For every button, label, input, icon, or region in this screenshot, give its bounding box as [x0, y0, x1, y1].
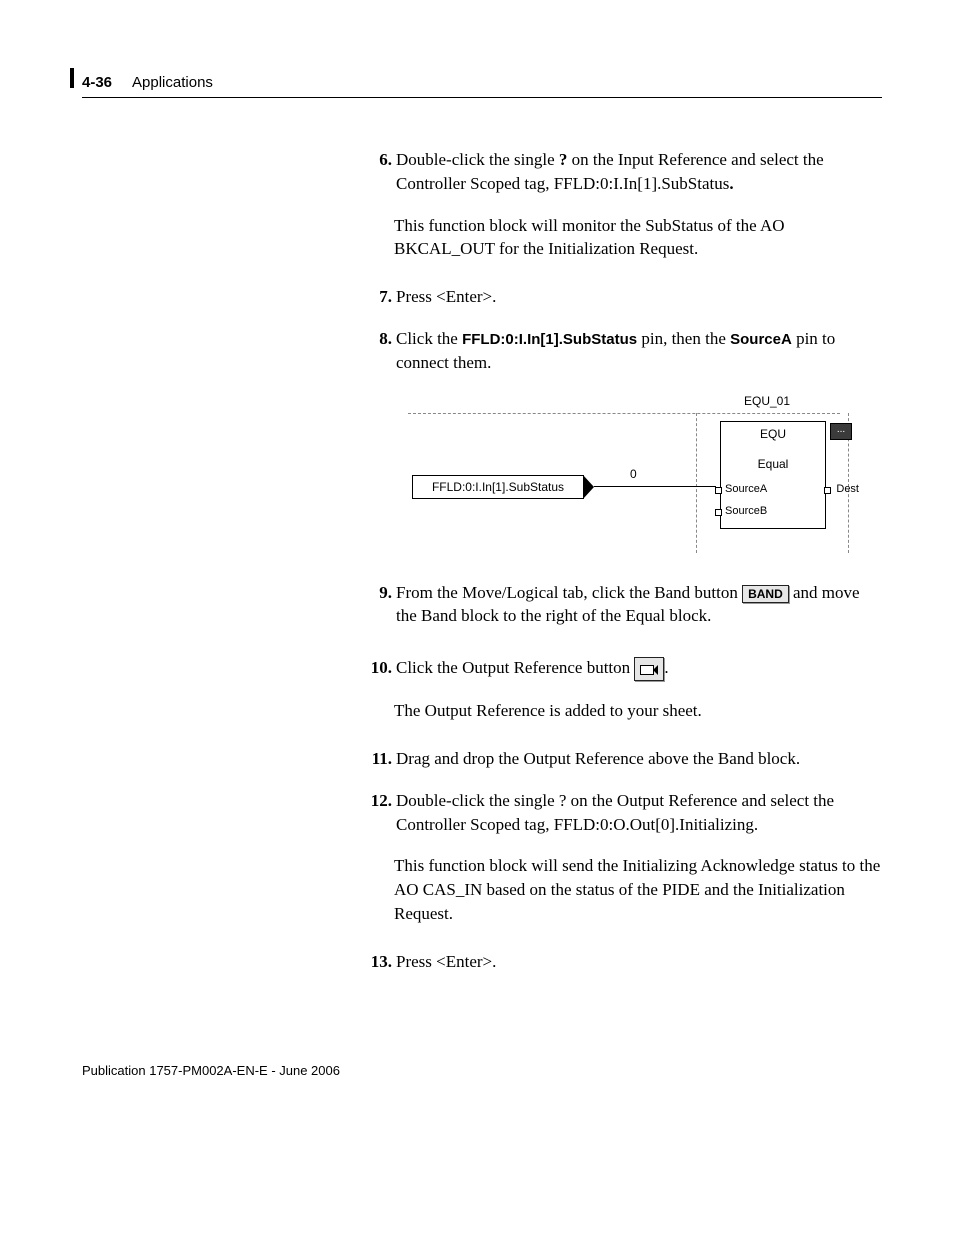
text: pin, then the [637, 329, 730, 348]
publication-footer: Publication 1757-PM002A-EN-E - June 2006 [82, 1062, 340, 1080]
step-body: Drag and drop the Output Reference above… [396, 747, 882, 771]
step-body: Press <Enter>. [396, 950, 882, 974]
step-body: From the Move/Logical tab, click the Ban… [396, 581, 882, 629]
page-number: 4-36 [82, 72, 112, 93]
input-reference-tag: FFLD:0:I.In[1].SubStatus [412, 475, 584, 499]
content: 6. Double-click the single ? on the Inpu… [362, 148, 882, 974]
block-title: EQU [721, 422, 825, 443]
step-body: Double-click the single ? on the Input R… [396, 148, 882, 196]
step-body: Click the Output Reference button . [396, 656, 882, 681]
pin-stub-icon [824, 487, 831, 494]
wire [594, 486, 716, 487]
arrow-icon [583, 477, 592, 497]
block-subtitle: Equal [721, 442, 825, 473]
step-number: 7. [362, 285, 394, 309]
dashed-guide [408, 413, 840, 414]
band-button-icon: BAND [742, 585, 789, 603]
pin-stub-icon [715, 487, 722, 494]
step-7: 7. Press <Enter>. [362, 285, 882, 309]
step-10: 10. Click the Output Reference button . [362, 656, 882, 681]
step-number: 6. [362, 148, 394, 196]
function-block-diagram: EQU_01 EQU Equal SourceA SourceB Dest ..… [412, 393, 852, 553]
period: . [729, 174, 733, 193]
pin-sourceb: SourceB [725, 504, 767, 519]
output-reference-button-icon [634, 657, 664, 681]
step-number: 12. [362, 789, 394, 837]
step-body: Double-click the single ? on the Output … [396, 789, 882, 837]
pin-stub-icon [715, 509, 722, 516]
source-name: SourceA [730, 331, 792, 348]
step-number: 9. [362, 581, 394, 629]
step-6-note: This function block will monitor the Sub… [394, 214, 882, 262]
page-header: 4-36 Applications [82, 72, 882, 98]
step-number: 8. [362, 327, 394, 375]
step-number: 11. [362, 747, 394, 771]
step-number: 13. [362, 950, 394, 974]
step-13: 13. Press <Enter>. [362, 950, 882, 974]
equ-block: EQU Equal SourceA SourceB Dest [720, 421, 826, 529]
dashed-guide [696, 413, 697, 553]
text: Click the [396, 329, 462, 348]
step-body: Click the FFLD:0:I.In[1].SubStatus pin, … [396, 327, 882, 375]
text: From the Move/Logical tab, click the Ban… [396, 583, 742, 602]
pin-dest: Dest [836, 482, 859, 497]
ellipsis-icon: ... [830, 423, 852, 440]
text: Double-click the single [396, 150, 559, 169]
step-6: 6. Double-click the single ? on the Inpu… [362, 148, 882, 196]
tag-text: FFLD:0:I.In[1].SubStatus [432, 480, 564, 494]
section-title: Applications [132, 72, 213, 93]
step-body: Press <Enter>. [396, 285, 882, 309]
block-label: EQU_01 [744, 393, 790, 410]
step-12: 12. Double-click the single ? on the Out… [362, 789, 882, 837]
step-11: 11. Drag and drop the Output Reference a… [362, 747, 882, 771]
pin-sourcea: SourceA [725, 482, 767, 497]
step-9: 9. From the Move/Logical tab, click the … [362, 581, 882, 629]
pin-name: FFLD:0:I.In[1].SubStatus [462, 331, 637, 348]
step-10-note: The Output Reference is added to your sh… [394, 699, 882, 723]
wire-value: 0 [630, 466, 637, 483]
text: . [664, 658, 668, 677]
step-12-note: This function block will send the Initia… [394, 854, 882, 925]
text: Click the Output Reference button [396, 658, 634, 677]
step-number: 10. [362, 656, 394, 681]
step-8: 8. Click the FFLD:0:I.In[1].SubStatus pi… [362, 327, 882, 375]
